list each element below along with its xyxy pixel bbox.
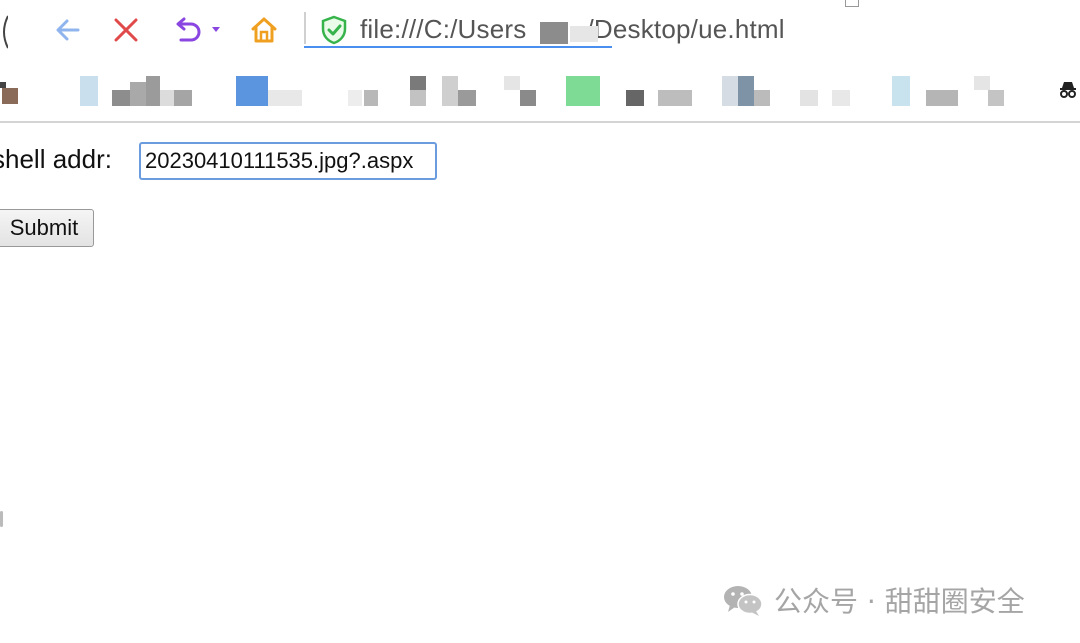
bookmark-item[interactable] <box>0 76 30 106</box>
stop-button[interactable] <box>106 10 146 50</box>
address-bar[interactable]: file:///C:/Users/Desktop/ue.html <box>304 8 1080 50</box>
back-button[interactable] <box>48 10 88 50</box>
incognito-icon[interactable] <box>1058 80 1078 100</box>
redaction-block <box>540 22 568 44</box>
shield-check-icon[interactable] <box>320 15 348 45</box>
window-handle <box>845 0 859 7</box>
undo-button[interactable] <box>166 10 228 50</box>
address-separator <box>304 12 306 44</box>
watermark-text: 公众号 · 甜甜圈安全 <box>774 585 1025 618</box>
home-icon <box>251 17 277 43</box>
window-edge-mark <box>3 15 8 49</box>
bookmark-item[interactable] <box>892 76 1022 106</box>
bookmark-item[interactable] <box>722 76 852 106</box>
bookmarks-bar <box>0 60 1080 122</box>
page-content: shell addr: Submit <box>0 123 1080 643</box>
bookmark-item[interactable] <box>236 76 381 106</box>
address-focus-underline <box>304 46 612 48</box>
bookmark-item[interactable] <box>408 76 538 106</box>
undo-icon <box>176 17 201 42</box>
close-icon <box>114 18 138 42</box>
submit-button[interactable]: Submit <box>0 209 94 247</box>
watermark: 公众号 · 甜甜圈安全 <box>722 578 1025 622</box>
wechat-icon <box>724 586 763 616</box>
url-prefix: file:///C:/Users <box>360 14 527 44</box>
window-edge-mark <box>0 511 3 527</box>
browser-toolbar: file:///C:/Users/Desktop/ue.html <box>0 0 1080 60</box>
bookmark-item[interactable] <box>80 76 195 106</box>
home-button[interactable] <box>244 10 284 50</box>
shell-addr-label: shell addr: <box>0 144 112 174</box>
url-suffix: /Desktop/ue.html <box>586 14 785 44</box>
arrow-left-icon <box>56 19 80 41</box>
chevron-down-icon[interactable] <box>211 26 221 34</box>
shell-addr-input[interactable] <box>139 142 437 180</box>
redaction-block <box>570 26 598 42</box>
bookmark-item[interactable] <box>566 76 696 106</box>
